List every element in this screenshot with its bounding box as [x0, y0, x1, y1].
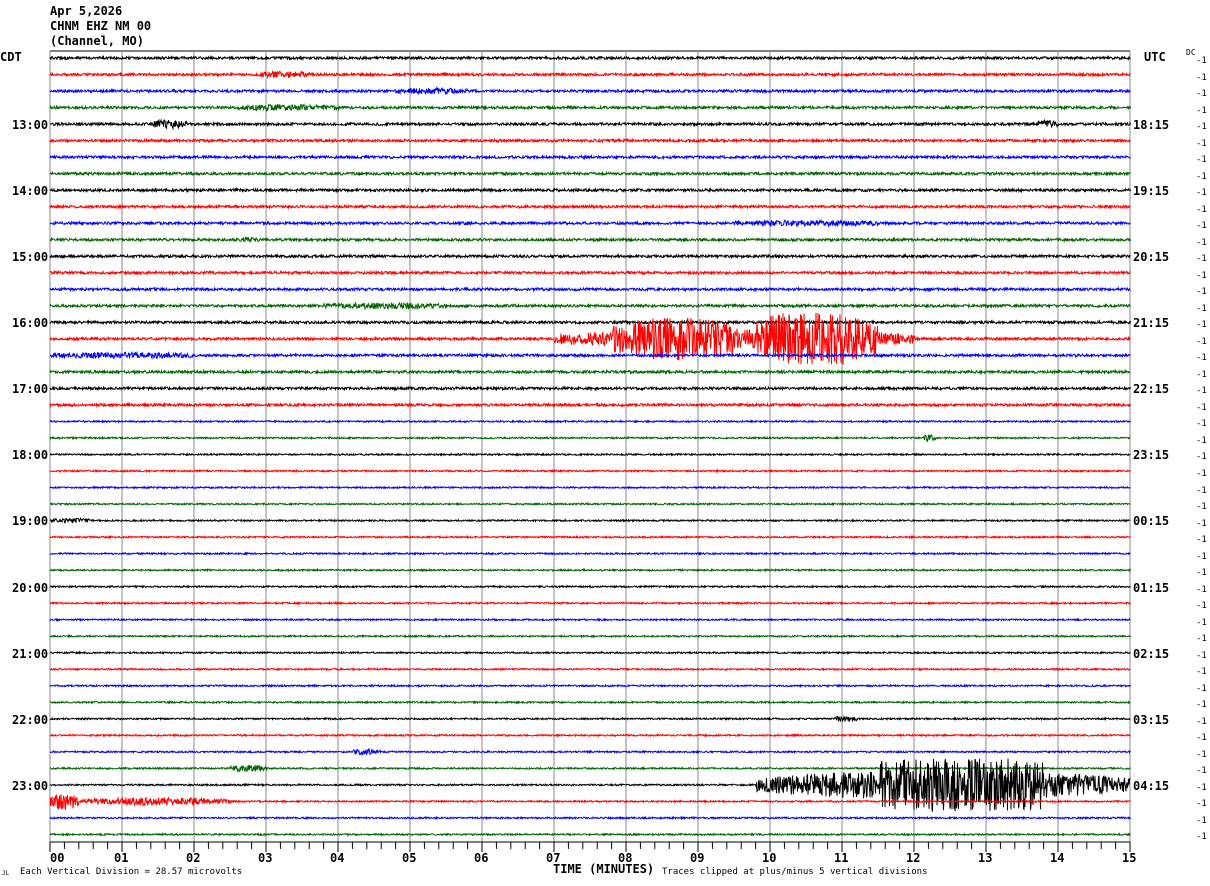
trace-row-18: [49, 350, 1131, 360]
trace-row-30: [49, 551, 1131, 556]
trace-row-31: [49, 567, 1131, 573]
trace-row-0: [49, 54, 1131, 62]
trace-row-46: [49, 815, 1131, 821]
trace-row-41: [49, 733, 1131, 738]
trace-row-19: [49, 368, 1131, 376]
trace-row-29: [49, 534, 1131, 540]
trace-row-26: [49, 485, 1131, 490]
trace-row-7: [49, 170, 1131, 177]
trace-row-37: [49, 666, 1131, 672]
trace-row-25: [49, 468, 1131, 474]
trace-row-34: [49, 617, 1131, 623]
trace-row-39: [49, 699, 1131, 705]
trace-row-33: [50, 600, 1131, 606]
trace-row-4: [49, 118, 1131, 131]
trace-row-2: [49, 86, 1131, 96]
trace-row-23: [49, 433, 1131, 443]
trace-row-16: [49, 319, 1131, 326]
trace-row-9: [49, 203, 1131, 210]
trace-row-12: [49, 253, 1131, 260]
trace-row-40: [49, 714, 1131, 723]
trace-row-42: [49, 747, 1131, 756]
trace-row-10: [50, 218, 1131, 228]
trace-row-28: [49, 517, 1131, 524]
trace-row-44: [49, 758, 1131, 813]
trace-row-14: [49, 286, 1131, 293]
trace-row-3: [49, 102, 1131, 113]
trace-row-20: [49, 385, 1131, 392]
trace-plot: [49, 50, 1131, 852]
trace-row-35: [49, 633, 1131, 639]
trace-row-47: [49, 832, 1131, 837]
trace-row-27: [49, 501, 1131, 507]
trace-row-38: [49, 683, 1131, 689]
helicorder: Apr 5,2026 CHNM EHZ NM 00 (Channel, MO) …: [0, 0, 1210, 886]
trace-row-15: [49, 301, 1131, 311]
trace-row-11: [49, 236, 1131, 243]
trace-row-1: [49, 70, 1131, 79]
trace-row-5: [49, 137, 1131, 144]
trace-row-36: [49, 650, 1131, 656]
trace-row-32: [49, 584, 1131, 589]
trace-row-24: [49, 452, 1131, 457]
trace-row-8: [49, 186, 1131, 194]
trace-row-22: [49, 419, 1131, 424]
trace-row-13: [49, 269, 1131, 276]
trace-row-6: [49, 153, 1131, 161]
trace-row-21: [49, 401, 1131, 409]
